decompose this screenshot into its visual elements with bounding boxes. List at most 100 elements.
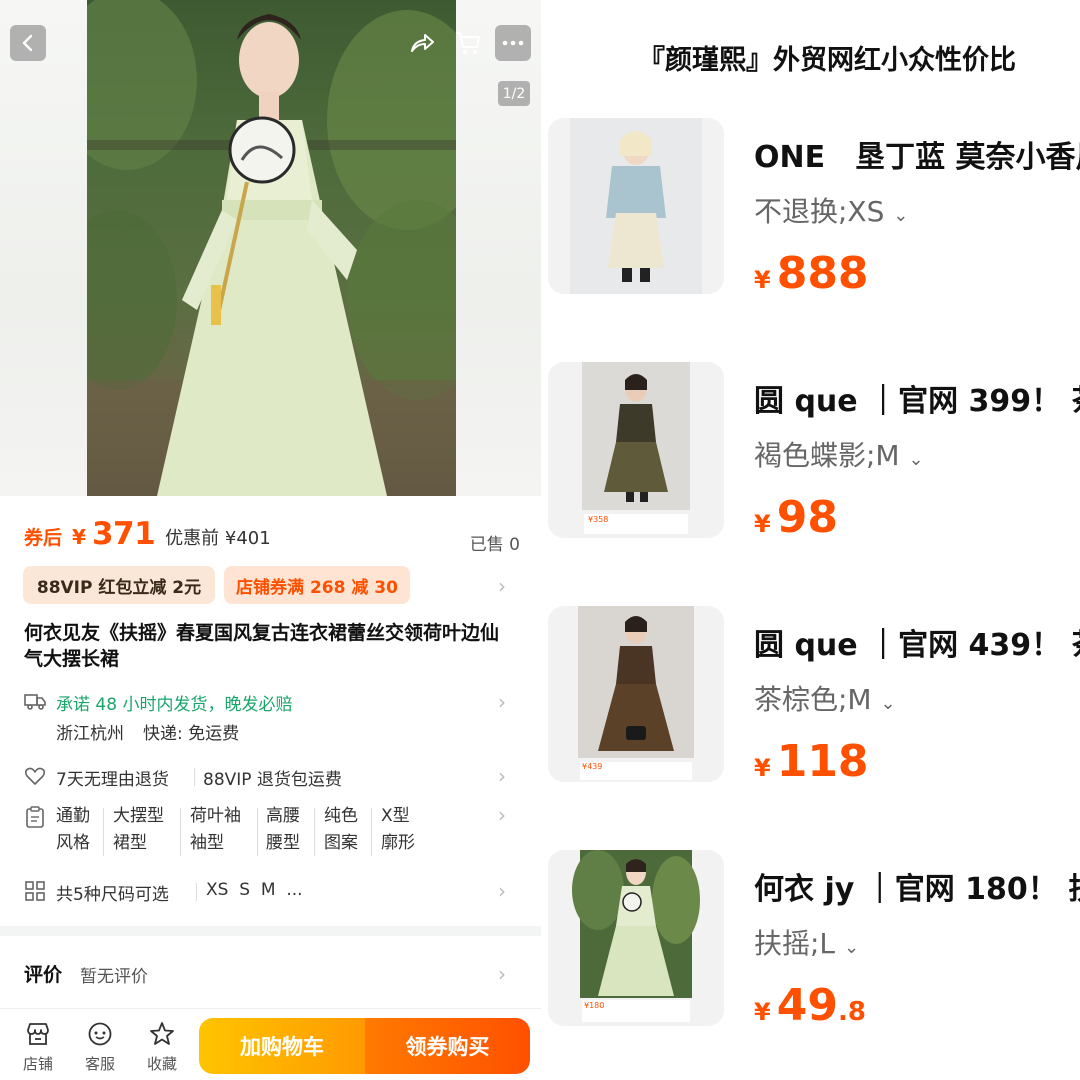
shipping-fee: 快递: 免运费 [143, 724, 240, 744]
share-icon [411, 34, 434, 52]
shop-coupon-badge[interactable]: 店铺券满 268 减 30 [224, 566, 410, 604]
shop-title: 『颜瑾熙』外贸网红小众性价比 [638, 45, 1016, 76]
attribute-pattern: 纯色 图案 [324, 803, 358, 857]
attribute-label: 风格 [56, 833, 90, 853]
store-icon [27, 1023, 49, 1045]
vip-return-shipping: 88VIP 退货包运费 [203, 770, 342, 790]
product-image-gallery[interactable]: 1/2 [0, 0, 541, 496]
attribute-label: 裙型 [113, 833, 147, 853]
back-button[interactable] [10, 25, 46, 61]
chevron-right-icon[interactable]: › [498, 962, 506, 986]
clipboard-icon [26, 806, 44, 828]
product-sku-selector[interactable]: 扶摇;L ⌄ [754, 922, 859, 962]
sold-count: 已售 0 [469, 535, 520, 555]
chevron-right-icon[interactable]: › [498, 690, 506, 714]
heart-shield-icon [24, 767, 46, 785]
model-in-dress-image [87, 0, 456, 496]
thumb-price: ¥358 [588, 515, 608, 524]
attribute-value: X型 [381, 806, 410, 826]
product-name[interactable]: 圆 que ｜官网 439！ 茶棕 [754, 620, 1080, 664]
divider [257, 808, 258, 856]
product-image: ¥180 [572, 850, 700, 1022]
product-image [570, 118, 702, 294]
price-value: 98 [776, 492, 838, 543]
attribute-waist-type: 高腰 腰型 [266, 803, 300, 857]
currency-symbol: ¥ [754, 998, 771, 1026]
return-policy: 7天无理由退货 [56, 770, 169, 790]
customer-service-button[interactable]: 客服 [75, 1021, 125, 1074]
product-thumbnail[interactable]: ¥358 [548, 362, 724, 538]
share-button[interactable] [404, 25, 440, 61]
divider [196, 883, 197, 901]
product-sku: 茶棕色;M [754, 683, 872, 716]
attribute-label: 袖型 [190, 833, 224, 853]
favorite-label: 收藏 [146, 1055, 177, 1073]
reviews-empty-text: 暂无评价 [80, 967, 148, 987]
attribute-label: 腰型 [266, 833, 300, 853]
buy-with-coupon-button[interactable]: 领券购买 [365, 1018, 530, 1074]
currency-symbol: ¥ [754, 510, 771, 538]
section-divider [0, 926, 541, 936]
chevron-down-icon: ⌄ [880, 693, 896, 714]
chat-face-icon [88, 1022, 112, 1046]
divider [194, 768, 195, 786]
product-title: 何衣见友《扶摇》春夏国风复古连衣裙蕾丝交领荷叶边仙气大摆长裙 [24, 622, 500, 670]
more-options-button[interactable] [495, 25, 531, 61]
size-count: 共5种尺码可选 [56, 885, 169, 905]
divider [103, 808, 104, 856]
price-value: 888 [776, 248, 869, 299]
chevron-right-icon[interactable]: › [498, 764, 506, 788]
image-page-indicator: 1/2 [498, 81, 530, 106]
product-price: ¥888 [754, 248, 869, 299]
attribute-silhouette: X型 廓形 [381, 803, 415, 857]
attribute-sleeve-type: 荷叶袖 袖型 [190, 803, 241, 857]
more-dots-icon [502, 40, 524, 46]
product-name[interactable]: 何衣 jy ｜官网 180！ 扶摇 [754, 864, 1080, 908]
currency-symbol: ¥ [754, 266, 771, 294]
divider [314, 808, 315, 856]
product-thumbnail[interactable] [548, 118, 724, 294]
chevron-down-icon: ⌄ [843, 937, 860, 958]
product-sku-selector[interactable]: 不退换;XS ⌄ [754, 190, 908, 230]
price-decimal: .8 [837, 997, 866, 1027]
size-list: XS S M ... [206, 880, 303, 900]
delivery-truck-icon [24, 694, 46, 710]
shopping-cart-icon [456, 32, 480, 54]
product-sku-selector[interactable]: 褐色蝶影;M ⌄ [754, 434, 924, 474]
product-name[interactable]: 圆 que ｜官网 399！ 茶花 [754, 376, 1080, 420]
favorite-button[interactable]: 收藏 [137, 1021, 187, 1074]
add-to-cart-button[interactable]: 加购物车 [199, 1018, 365, 1074]
product-image: ¥439 [578, 606, 694, 780]
product-photo[interactable] [87, 0, 456, 496]
chevron-right-icon[interactable]: › [498, 879, 506, 903]
chevron-down-icon: ⌄ [908, 449, 924, 470]
product-thumbnail[interactable]: ¥439 [548, 606, 724, 782]
price-value: 118 [776, 736, 869, 787]
product-name[interactable]: ONE 垦丁蓝 莫奈小香风 [754, 132, 1080, 176]
shop-product-list-panel: 『颜瑾熙』外贸网红小众性价比 ONE 垦丁蓝 莫奈小香风 不退换;XS ⌄ ¥8… [541, 0, 1080, 1080]
bottom-action-bar: 店铺 客服 收藏 加购物车 领券购买 [0, 1008, 541, 1080]
divider [371, 808, 372, 856]
attribute-value: 荷叶袖 [190, 806, 241, 826]
product-sku: 不退换;XS [754, 195, 885, 228]
product-thumbnail[interactable]: ¥180 [548, 850, 724, 1026]
grid-icon [25, 881, 45, 901]
product-detail-panel: 1/2 券后 ¥ 371 优惠前 ¥401 已售 0 88VIP 红包立减 2元… [0, 0, 541, 1080]
price-row: 券后 ¥ 371 优惠前 ¥401 已售 0 [24, 516, 520, 556]
attribute-value: 大摆型 [113, 806, 164, 826]
service-label: 客服 [84, 1055, 115, 1073]
divider [180, 808, 181, 856]
thumb-price: ¥439 [582, 762, 602, 771]
attribute-value: 纯色 [324, 806, 358, 826]
attribute-style: 通勤 风格 [56, 803, 90, 857]
vip-discount-badge[interactable]: 88VIP 红包立减 2元 [23, 566, 215, 604]
shipping-origin: 浙江杭州 [56, 724, 124, 744]
product-sku-selector[interactable]: 茶棕色;M ⌄ [754, 678, 896, 718]
attribute-skirt-type: 大摆型 裙型 [113, 803, 164, 857]
currency-symbol: ¥ [754, 754, 771, 782]
store-nav-button[interactable]: 店铺 [13, 1021, 63, 1074]
chevron-right-icon[interactable]: › [498, 574, 506, 598]
cart-button[interactable] [450, 25, 486, 61]
chevron-right-icon[interactable]: › [498, 803, 506, 827]
price-value: 49 [776, 980, 838, 1031]
